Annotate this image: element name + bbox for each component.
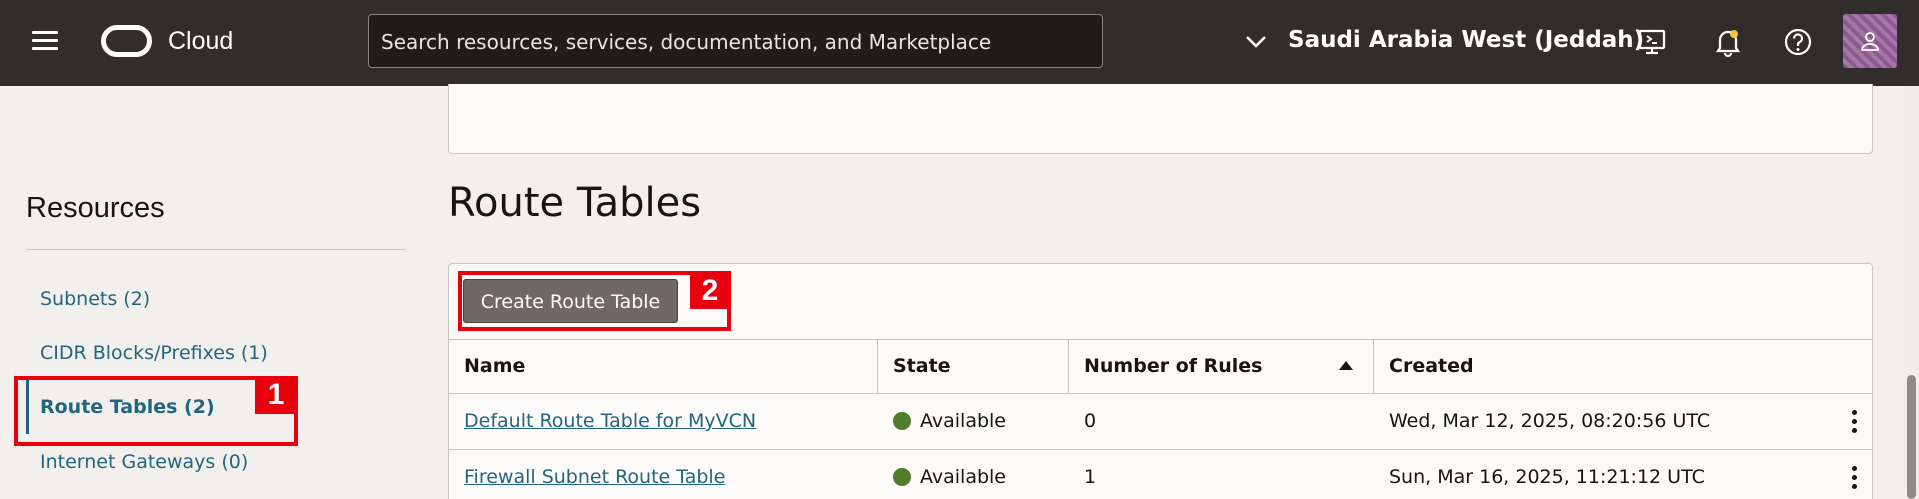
state-label: Available [920,410,1007,432]
callout-badge-1: 1 [255,376,297,414]
user-icon [1861,32,1879,51]
cloud-shell-icon[interactable] [1636,26,1668,58]
column-header-created[interactable]: Created [1374,340,1872,393]
cell-created: Sun, Mar 16, 2025, 11:21:12 UTC [1389,466,1705,488]
state-label: Available [920,466,1007,488]
resources-title: Resources [26,192,165,224]
cell-created: Wed, Mar 12, 2025, 08:20:56 UTC [1389,410,1711,432]
column-header-rules[interactable]: Number of Rules [1069,340,1374,393]
sort-ascending-icon[interactable] [1339,361,1353,370]
cell-rules: 0 [1084,410,1097,432]
cell-state: Available [878,450,1006,499]
chevron-down-icon[interactable] [1244,30,1268,54]
cell-rules: 1 [1084,466,1097,488]
help-icon[interactable] [1782,26,1814,58]
route-table-link[interactable]: Firewall Subnet Route Table [464,466,725,488]
column-header-rules-label: Number of Rules [1084,355,1263,377]
scrollbar-thumb[interactable] [1907,375,1916,499]
notification-bell-icon[interactable] [1712,26,1744,58]
table-header: Name State Number of Rules Created [449,339,1872,394]
status-available-icon [893,468,911,486]
cell-name: Firewall Subnet Route Table [449,450,725,499]
oracle-logo[interactable] [101,25,152,57]
route-table-link[interactable]: Default Route Table for MyVCN [464,410,756,432]
column-header-name[interactable]: Name [449,340,878,393]
nav-item-internet-gateways[interactable]: Internet Gateways (0) [40,451,248,473]
row-actions-icon[interactable] [1852,410,1858,434]
status-available-icon [893,412,911,430]
brand-label: Cloud [168,27,234,55]
top-bar: Cloud Search resources, services, docume… [0,0,1919,86]
callout-badge-2: 2 [690,273,730,309]
table-row: Default Route Table for MyVCN Available … [449,394,1872,450]
page-title: Route Tables [448,180,702,226]
menu-icon[interactable] [32,29,60,51]
row-actions-icon[interactable] [1852,466,1858,490]
nav-item-cidr-blocks[interactable]: CIDR Blocks/Prefixes (1) [40,342,268,364]
cell-name: Default Route Table for MyVCN [449,394,756,449]
nav-item-subnets[interactable]: Subnets (2) [40,288,150,310]
avatar[interactable] [1843,14,1897,68]
divider [26,249,406,250]
region-selector[interactable]: Saudi Arabia West (Jeddah) [1288,27,1644,53]
details-card [448,84,1873,154]
search-input[interactable]: Search resources, services, documentatio… [368,14,1103,68]
column-header-state[interactable]: State [878,340,1069,393]
cell-state: Available [878,394,1006,449]
table-row: Firewall Subnet Route Table Available 1 … [449,450,1872,499]
